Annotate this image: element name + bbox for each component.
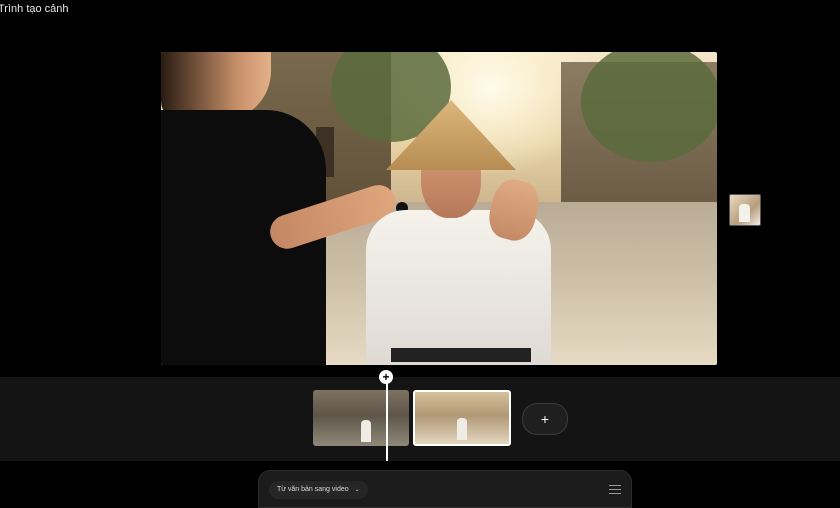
add-clip-button[interactable]: + xyxy=(522,403,568,435)
mode-select[interactable]: Từ văn bản sang video ⌄ xyxy=(269,481,368,499)
conical-hat xyxy=(386,100,516,170)
chevron-down-icon: ⌄ xyxy=(354,487,360,493)
clip-figure xyxy=(361,420,371,442)
belt xyxy=(391,348,531,362)
thumbnail-figure xyxy=(739,204,750,222)
clip-figure xyxy=(457,418,467,440)
prompt-bar: Từ văn bản sang video ⌄ xyxy=(258,470,632,508)
plus-icon: + xyxy=(540,411,550,427)
timeline-clip-1[interactable] xyxy=(313,390,409,446)
scene-preview xyxy=(161,52,717,365)
elderly-man-figure xyxy=(366,100,576,365)
app-title: Trình tạo cảnh xyxy=(0,3,69,15)
side-thumbnail[interactable] xyxy=(729,194,761,226)
plus-icon: + xyxy=(382,370,390,384)
playhead-handle[interactable]: + xyxy=(379,370,393,384)
mode-select-label: Từ văn bản sang video xyxy=(277,486,349,493)
timeline-clip-2-selected[interactable] xyxy=(413,390,511,446)
timeline: + xyxy=(0,377,840,461)
interviewer-figure xyxy=(161,52,400,365)
sliders-icon[interactable] xyxy=(609,482,621,494)
playhead-line[interactable] xyxy=(386,380,388,461)
